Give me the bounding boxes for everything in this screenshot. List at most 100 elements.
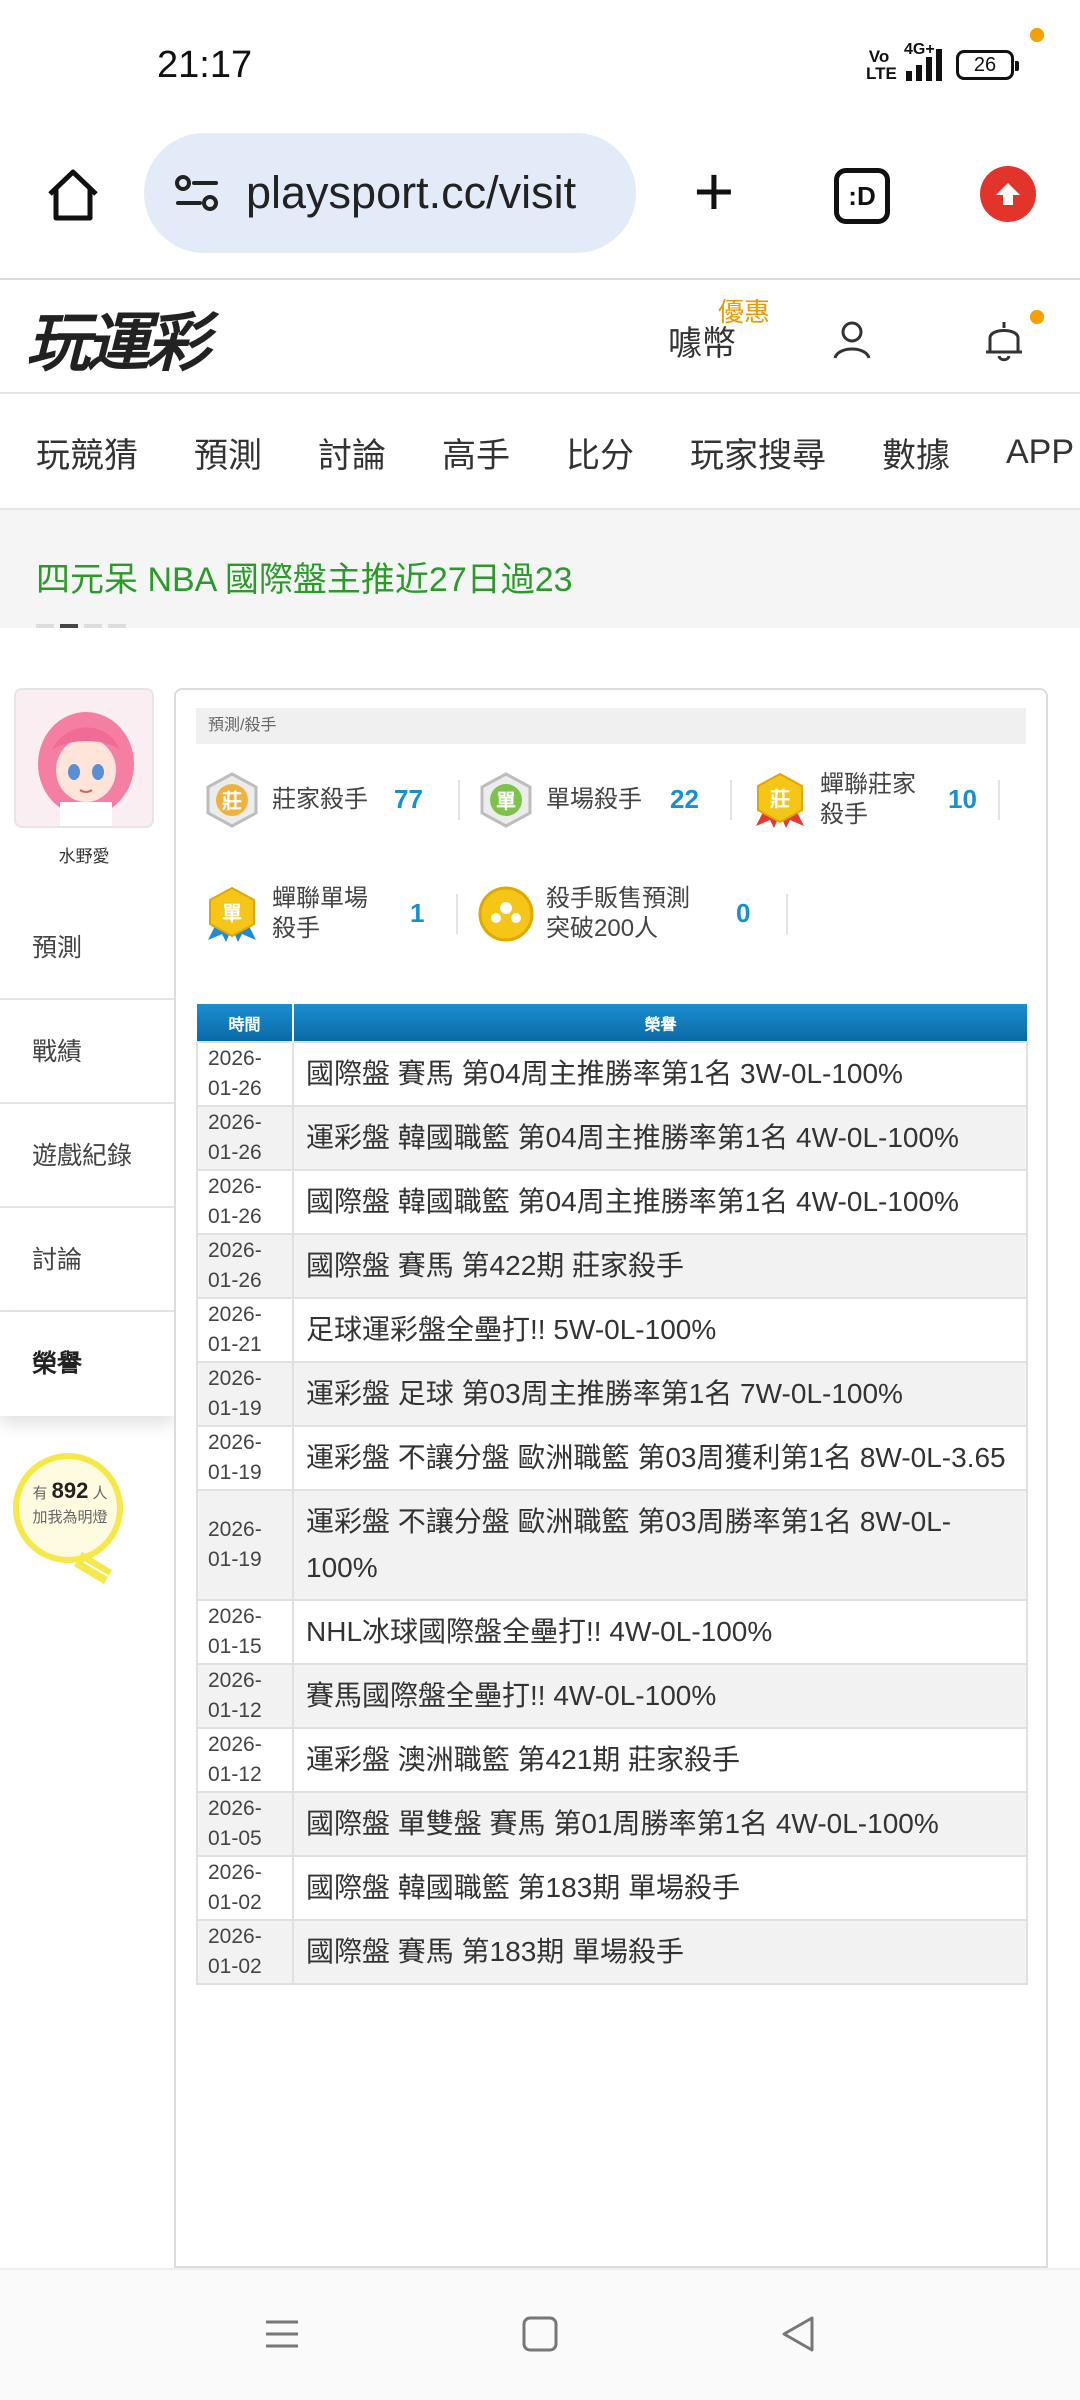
menu-item-game-log[interactable]: 遊戲紀錄: [0, 1104, 174, 1208]
badge-sales-milestone: 殺手販售預測 突破200人 0: [476, 884, 788, 944]
back-icon[interactable]: [774, 2310, 822, 2358]
honor-date: 2026- 01-05: [196, 1791, 294, 1857]
medal-icon: 莊: [756, 772, 804, 828]
table-row: 2026- 01-19 運彩盤 足球 第03周主推勝率第1名 7W-0L-100%: [196, 1361, 1028, 1427]
honor-date: 2026- 01-26: [196, 1233, 294, 1299]
battery-icon: 26: [956, 50, 1019, 80]
honor-description: NHL冰球國際盤全壘打!! 4W-0L-100%: [292, 1599, 1028, 1665]
svg-text:莊: 莊: [222, 789, 242, 813]
fans-cta: 加我為明燈: [32, 1509, 108, 1526]
honor-date: 2026- 01-15: [196, 1599, 294, 1665]
menu-item-record[interactable]: 戰績: [0, 1000, 174, 1104]
pager-dot-active[interactable]: [60, 624, 78, 628]
medal-icon: 單: [208, 886, 256, 942]
nav-item-app[interactable]: APP: [1006, 433, 1074, 472]
table-header-row: 時間 榮譽: [197, 1004, 1027, 1042]
site-settings-icon[interactable]: [170, 166, 224, 220]
honor-date: 2026- 01-21: [196, 1297, 294, 1363]
pager-dot[interactable]: [84, 624, 102, 628]
honor-description: 國際盤 韓國職籃 第04周主推勝率第1名 4W-0L-100%: [292, 1169, 1028, 1235]
pager-dot[interactable]: [36, 624, 54, 628]
table-row: 2026- 01-26 運彩盤 韓國職籃 第04周主推勝率第1名 4W-0L-100…: [196, 1105, 1028, 1171]
url-text: playsport.cc/visit: [246, 167, 577, 218]
fans-count: 有 892 人: [32, 1478, 108, 1503]
address-bar[interactable]: playsport.cc/visit: [144, 133, 636, 253]
system-nav-bar: [0, 2268, 1080, 2400]
nav-item-player-search[interactable]: 玩家搜尋: [690, 428, 826, 477]
nav-item-scores[interactable]: 比分: [566, 428, 634, 477]
honor-date: 2026- 01-02: [196, 1855, 294, 1921]
badge-count: 22: [670, 784, 699, 814]
network-type: 4G+: [904, 41, 935, 58]
menu-item-predictions[interactable]: 預測: [0, 896, 174, 1000]
medal-icon: [478, 886, 534, 942]
tab-switcher-icon[interactable]: :D: [834, 168, 890, 224]
badge-count: 10: [948, 784, 977, 814]
menu-icon[interactable]: [258, 2310, 306, 2358]
table-row: 2026- 01-19 運彩盤 不讓分盤 歐洲職籃 第03周獲利第1名 8W-0L-…: [196, 1425, 1028, 1491]
table-row: 2026- 01-12 運彩盤 澳洲職籃 第421期 莊家殺手: [196, 1727, 1028, 1793]
table-row: 2026- 01-02 國際盤 韓國職籃 第183期 單場殺手: [196, 1855, 1028, 1921]
home-icon[interactable]: [38, 160, 108, 230]
volte-icon: Vo LTE: [866, 47, 897, 83]
table-row: 2026- 01-15 NHL冰球國際盤全壘打!! 4W-0L-100%: [196, 1599, 1028, 1665]
signal-icon: 4G+: [904, 41, 942, 81]
pager-dot[interactable]: [108, 624, 126, 628]
honor-description: 國際盤 賽馬 第183期 單場殺手: [292, 1919, 1028, 1985]
column-header-time: 時間: [197, 1004, 294, 1042]
breadcrumb: 預測/殺手: [196, 708, 1026, 744]
column-header-honor: 榮譽: [293, 1004, 1027, 1042]
table-row: 2026- 01-19 運彩盤 不讓分盤 歐洲職籃 第03周勝率第1名 8W-0L-…: [196, 1489, 1028, 1601]
table-row: 2026- 01-26 國際盤 賽馬 第422期 莊家殺手: [196, 1233, 1028, 1299]
badge-count: 77: [394, 784, 423, 814]
honor-date: 2026- 01-19: [196, 1425, 294, 1491]
honor-date: 2026- 01-19: [196, 1361, 294, 1427]
coin-link[interactable]: 噱幣: [668, 316, 736, 365]
badge-consecutive-single-killer: 單 蟬聯單場 殺手 1: [202, 884, 458, 944]
nav-item-experts[interactable]: 高手: [442, 428, 510, 477]
nav-item-guess[interactable]: 玩競猜: [36, 428, 138, 477]
badge-banker-killer: 莊 莊家殺手 77: [202, 770, 460, 830]
headline-ticker: 四元呆 NBA 國際盤主推近27日過23: [0, 510, 1080, 628]
honor-date: 2026- 01-02: [196, 1919, 294, 1985]
svg-text:單: 單: [222, 901, 242, 925]
honor-date: 2026- 01-26: [196, 1041, 294, 1107]
avatar[interactable]: [14, 688, 154, 828]
table-row: 2026- 01-21 足球運彩盤全壘打!! 5W-0L-100%: [196, 1297, 1028, 1363]
lightbulb-icon[interactable]: [12, 1452, 132, 1602]
honor-date: 2026- 01-12: [196, 1663, 294, 1729]
honor-date: 2026- 01-26: [196, 1105, 294, 1171]
fans-widget[interactable]: 有 892 人 加我為明燈: [12, 1478, 128, 1527]
honor-date: 2026- 01-19: [196, 1489, 294, 1601]
honor-description: 運彩盤 不讓分盤 歐洲職籃 第03周勝率第1名 8W-0L-100%: [292, 1489, 1028, 1601]
menu-item-discussions[interactable]: 討論: [0, 1208, 174, 1312]
nav-item-data[interactable]: 數據: [882, 428, 950, 477]
honor-description: 運彩盤 不讓分盤 歐洲職籃 第03周獲利第1名 8W-0L-3.65: [292, 1425, 1028, 1491]
user-icon[interactable]: [830, 318, 874, 362]
new-tab-icon[interactable]: +: [684, 156, 744, 228]
honor-description: 賽馬國際盤全壘打!! 4W-0L-100%: [292, 1663, 1028, 1729]
table-row: 2026- 01-05 國際盤 單雙盤 賽馬 第01周勝率第1名 4W-0L-100…: [196, 1791, 1028, 1857]
honor-date: 2026- 01-26: [196, 1169, 294, 1235]
home-square-icon[interactable]: [516, 2310, 564, 2358]
nav-item-discuss[interactable]: 討論: [318, 428, 386, 477]
upgrade-icon[interactable]: [980, 166, 1036, 222]
badge-single-killer: 單 單場殺手 22: [476, 770, 732, 830]
site-logo[interactable]: 玩運彩: [26, 292, 210, 384]
svg-text:莊: 莊: [770, 787, 790, 811]
headline-text[interactable]: 四元呆 NBA 國際盤主推近27日過23: [36, 552, 573, 601]
honor-description: 國際盤 單雙盤 賽馬 第01周勝率第1名 4W-0L-100%: [292, 1791, 1028, 1857]
bell-icon[interactable]: [982, 316, 1026, 364]
nav-item-predict[interactable]: 預測: [194, 428, 262, 477]
status-time: 21:17: [157, 44, 253, 86]
menu-item-honors[interactable]: 榮譽: [0, 1312, 174, 1416]
profile-menu: 預測 戰績 遊戲紀錄 討論 榮譽: [0, 896, 174, 1416]
table-row: 2026- 01-12 賽馬國際盤全壘打!! 4W-0L-100%: [196, 1663, 1028, 1729]
svg-text:單: 單: [496, 789, 516, 813]
status-icons: Vo LTE 4G+ 26: [866, 41, 1019, 83]
badge-count: 1: [410, 898, 425, 928]
table-row: 2026- 01-26 國際盤 賽馬 第04周主推勝率第1名 3W-0L-100%: [196, 1041, 1028, 1107]
site-header: 玩運彩 優惠 噱幣: [0, 28, 1080, 394]
honor-description: 足球運彩盤全壘打!! 5W-0L-100%: [292, 1297, 1028, 1363]
notification-dot: [1030, 310, 1044, 324]
